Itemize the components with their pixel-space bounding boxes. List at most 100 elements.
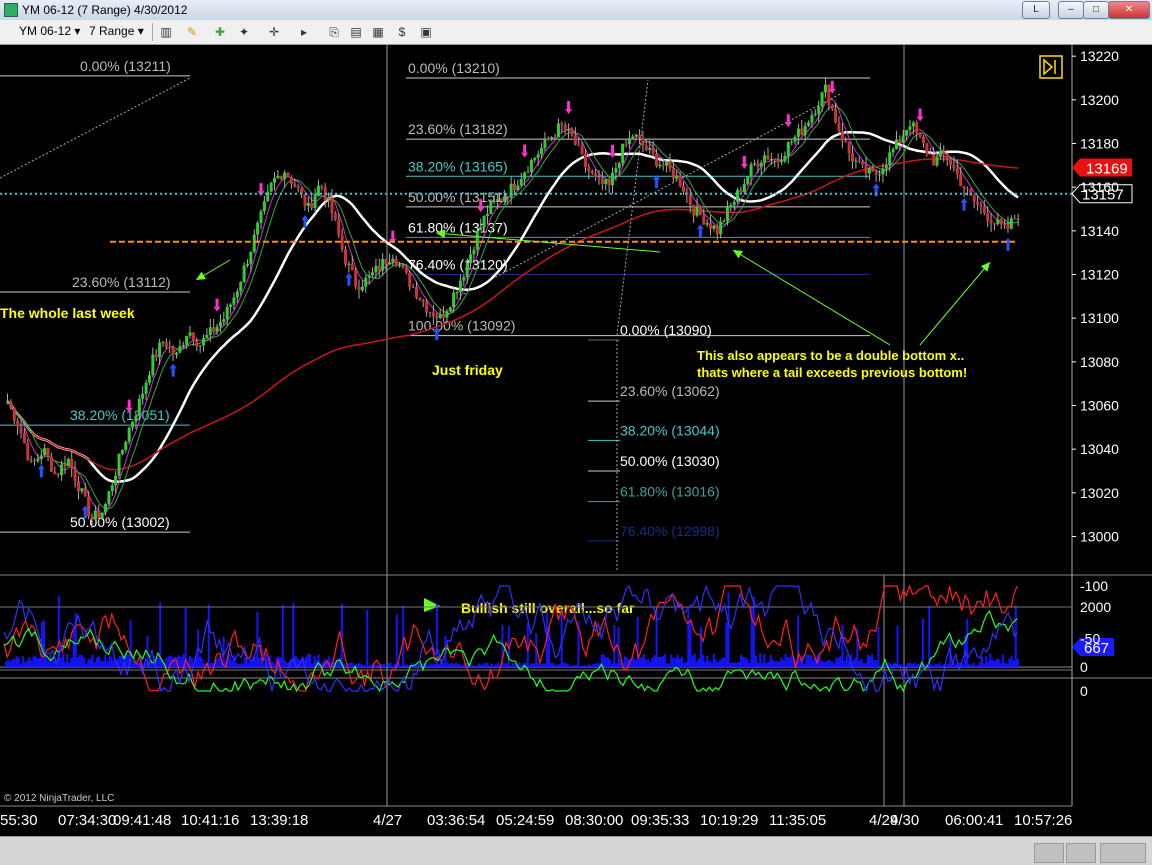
candle-body — [607, 179, 611, 186]
candle-body — [627, 138, 631, 145]
candle-body — [614, 168, 618, 173]
time-tick-label: 10:19:29 — [700, 812, 758, 829]
price-tick-label: 13160 — [1080, 179, 1119, 195]
buy-arrow-icon — [874, 188, 878, 197]
candle-body — [232, 297, 236, 305]
pencil-icon[interactable]: ✎ — [184, 24, 200, 40]
candle-body — [813, 113, 817, 115]
properties-icon[interactable]: ▦ — [370, 24, 386, 40]
candle-body — [401, 265, 405, 268]
candle-body — [276, 175, 280, 179]
time-tick-label: 11:35:05 — [769, 812, 826, 829]
sell-arrow-icon — [786, 114, 790, 123]
candle-body — [168, 347, 172, 349]
candle-body — [668, 161, 672, 169]
candle-body — [661, 164, 665, 166]
footer-tabs — [0, 836, 1152, 865]
crosshair-icon[interactable]: ✛ — [266, 24, 282, 40]
candle-body — [1009, 218, 1013, 229]
chevron-down-icon: ▾ — [74, 24, 81, 38]
add-indicator-icon[interactable]: ✚ — [212, 24, 228, 40]
time-tick-label: 10:57:26 — [1014, 812, 1072, 829]
time-tick-label: 06:00:41 — [945, 812, 1003, 829]
candle-body — [986, 213, 990, 221]
interval-selector[interactable]: 7 Range ▾ — [86, 23, 147, 40]
oscillator-panel: 0 -50 -100 — [0, 578, 1108, 699]
data-box-icon[interactable]: ▤ — [348, 24, 364, 40]
candle-body — [202, 338, 206, 346]
chart-area[interactable]: 0.00% (13211) 23.60% (13112) 38.20% (13051… — [0, 44, 1152, 836]
pointer-arrow-line — [732, 249, 891, 346]
fib-level-label: 76.40% (13120) — [408, 257, 508, 273]
candle-body — [117, 453, 121, 476]
signal-arrows — [37, 80, 1012, 519]
fib-level-label: 38.20% (13165) — [408, 158, 508, 174]
candle-body — [638, 134, 642, 139]
instrument-selector[interactable]: YM 06-12 ▾ — [16, 23, 83, 40]
candle-body — [73, 468, 77, 482]
time-axis: 55:30 07:34:3009:41:48 10:41:16 13:39:18 4/2… — [0, 812, 1072, 829]
candle-body — [570, 129, 574, 136]
tab-strip-button[interactable] — [1100, 843, 1146, 863]
candle-body — [22, 432, 26, 444]
candle-body — [675, 175, 679, 179]
candle-body — [181, 344, 185, 347]
candle-body — [932, 154, 936, 166]
zoom-icon[interactable]: ▸ — [296, 24, 312, 40]
sell-arrow-icon — [916, 116, 924, 122]
chart-style-icon[interactable]: ▥ — [158, 24, 174, 40]
candle-body — [844, 140, 848, 143]
candle-body — [756, 163, 760, 167]
candle-body — [239, 281, 243, 292]
candle-body — [891, 149, 895, 153]
candle-body — [279, 175, 283, 180]
sell-arrow-icon — [477, 207, 485, 213]
candle-body — [188, 332, 192, 336]
candle-body — [499, 199, 503, 201]
candle-body — [878, 174, 882, 176]
candle-body — [580, 145, 584, 154]
candle-body — [918, 132, 922, 137]
candle-body — [739, 189, 743, 193]
candle-body — [205, 334, 209, 339]
candle-body — [337, 219, 341, 236]
time-tick-label: 09:41:48 — [113, 812, 171, 829]
save-icon[interactable]: ▣ — [418, 24, 434, 40]
candle-body — [682, 185, 685, 192]
strategy-icon[interactable]: ✦ — [236, 24, 252, 40]
scroll-left-button[interactable] — [1034, 843, 1064, 863]
candle-body — [104, 503, 108, 513]
app-icon — [4, 3, 18, 17]
sell-arrow-icon — [567, 101, 571, 110]
candle-body — [381, 259, 385, 271]
candle-body — [533, 157, 537, 161]
chart-toolbar: YM 06-12 ▾ 7 Range ▾ ▥ ✎ ✚ ✦ ✛ ▸ ⎘ ▤ ▦ $… — [0, 20, 1152, 45]
close-button[interactable]: ✕ — [1108, 1, 1150, 19]
candle-body — [262, 201, 266, 212]
candle-body — [269, 182, 273, 192]
minimize-button[interactable]: – — [1058, 1, 1084, 19]
restore-button[interactable]: □ — [1083, 1, 1109, 19]
candle-body — [364, 277, 368, 287]
candle-body — [641, 138, 645, 146]
candle-body — [729, 205, 733, 208]
candle-body — [780, 161, 784, 163]
candle-body — [540, 147, 544, 155]
candle-body — [66, 458, 70, 467]
candle-body — [719, 221, 723, 235]
dollar-icon[interactable]: $ — [394, 24, 410, 40]
candle-body — [131, 421, 135, 428]
fib-level-label: 61.80% (13016) — [620, 484, 720, 500]
candle-body — [384, 259, 388, 265]
candle-body — [124, 441, 128, 451]
chart-scroll-icon[interactable] — [1039, 55, 1063, 79]
layout-button[interactable]: L — [1022, 1, 1050, 19]
candle-body — [894, 139, 898, 150]
copy-icon[interactable]: ⎘ — [326, 24, 342, 40]
candle-body — [147, 375, 151, 383]
scroll-right-button[interactable] — [1066, 843, 1096, 863]
price-tick-label: 13100 — [1080, 310, 1119, 326]
candle-body — [164, 342, 168, 348]
candle-body — [516, 185, 520, 191]
time-tick-label: 4/27 — [373, 812, 402, 829]
